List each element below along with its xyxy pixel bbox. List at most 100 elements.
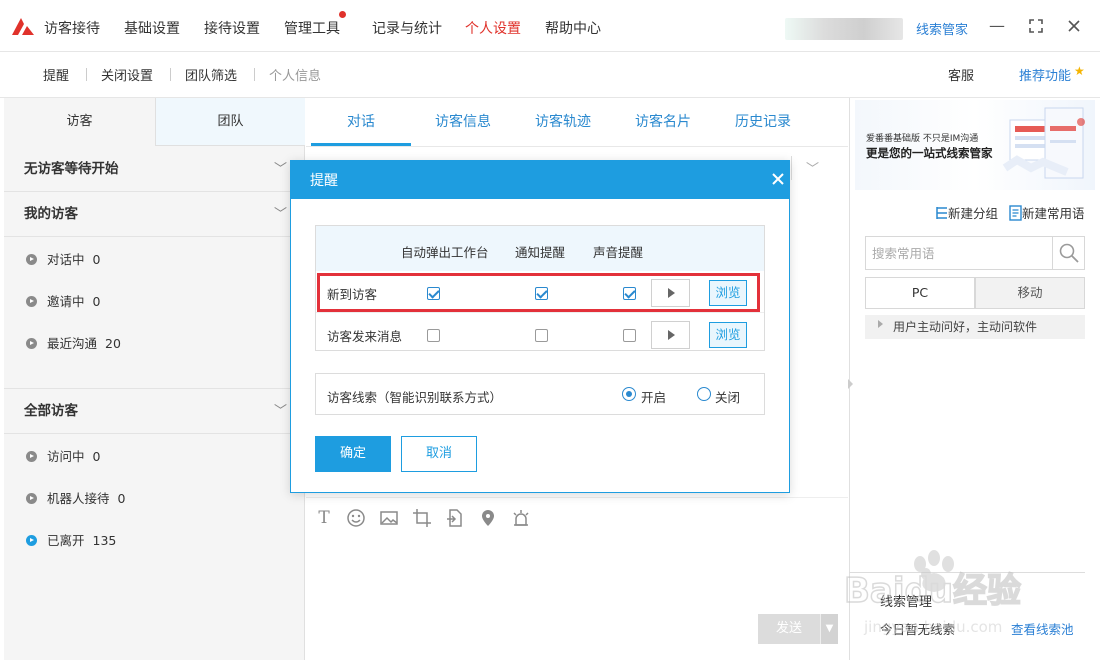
section-waiting[interactable]: 无访客等待开始 ﹀ bbox=[4, 147, 305, 192]
new-phrase-button[interactable]: 新建常用语 bbox=[1009, 203, 1085, 222]
phrase-search bbox=[865, 236, 1085, 270]
app-name[interactable]: 访客接待 bbox=[44, 18, 100, 38]
active-tab-indicator bbox=[311, 143, 411, 146]
view-clue-pool-link[interactable]: 查看线索池 bbox=[1011, 619, 1074, 638]
star-icon: ★ bbox=[1074, 64, 1085, 78]
sub-team-filter[interactable]: 团队筛选 bbox=[185, 65, 237, 84]
row-label: 对话中 bbox=[47, 252, 85, 267]
phrase-search-input[interactable] bbox=[866, 237, 1053, 269]
send-button[interactable]: 发送 bbox=[758, 614, 820, 644]
play-dot-icon bbox=[26, 254, 37, 265]
chevron-down-icon[interactable]: ﹀ bbox=[274, 389, 287, 434]
row-count: 20 bbox=[105, 336, 121, 351]
clue-manager-link[interactable]: 线索管家 bbox=[916, 19, 968, 38]
section-all-visitors[interactable]: 全部访客 ﹀ bbox=[4, 389, 305, 434]
search-button[interactable] bbox=[1052, 237, 1084, 269]
list-item-chatting[interactable]: 对话中 0 bbox=[26, 251, 100, 269]
list-item-left[interactable]: 已离开 135 bbox=[26, 532, 116, 550]
tab-divider bbox=[306, 146, 848, 147]
crop-icon[interactable] bbox=[411, 508, 433, 533]
chevron-down-icon[interactable]: ﹀ bbox=[274, 192, 287, 237]
phrase-group-item[interactable]: 用户主动问好，主动问软件 bbox=[865, 315, 1085, 339]
list-item-recent[interactable]: 最近沟通 20 bbox=[26, 335, 121, 353]
collapse-arrow-icon[interactable] bbox=[848, 379, 853, 389]
row-count: 0 bbox=[92, 252, 101, 267]
location-icon[interactable] bbox=[477, 508, 499, 533]
document-icon bbox=[1009, 205, 1022, 221]
checkbox-message-sound[interactable] bbox=[623, 329, 636, 342]
list-item-visiting[interactable]: 访问中 0 bbox=[26, 448, 100, 466]
tab-team[interactable]: 团队 bbox=[156, 98, 305, 146]
radio-enable[interactable] bbox=[622, 387, 636, 401]
emoji-icon[interactable] bbox=[345, 508, 367, 533]
banner-title: 更是您的一站式线索管家 bbox=[866, 146, 993, 160]
maximize-icon[interactable] bbox=[1024, 14, 1048, 38]
new-group-label: 新建分组 bbox=[948, 206, 999, 221]
play-dot-icon bbox=[26, 338, 37, 349]
image-icon[interactable] bbox=[378, 508, 400, 533]
checkbox-message-auto-popup[interactable] bbox=[427, 329, 440, 342]
highlight-box bbox=[317, 273, 760, 312]
close-icon[interactable] bbox=[766, 166, 790, 192]
clue-management-title: 线索管理 bbox=[880, 595, 933, 610]
nav-basic-settings[interactable]: 基础设置 bbox=[124, 18, 180, 38]
send-options-dropdown[interactable]: ▼ bbox=[820, 614, 838, 644]
close-window-icon[interactable] bbox=[1062, 14, 1086, 38]
tab-visitor-card[interactable]: 访客名片 bbox=[613, 98, 713, 146]
radio-disable-label[interactable]: 关闭 bbox=[715, 387, 740, 406]
service-label[interactable]: 客服 bbox=[948, 65, 974, 84]
no-clue-text: 今日暂无线索 bbox=[880, 622, 956, 637]
clue-setting-label: 访客线索（智能识别联系方式） bbox=[327, 390, 503, 405]
user-account-blurred[interactable] bbox=[785, 18, 903, 40]
sub-bar bbox=[0, 52, 1100, 98]
recommend-features-link[interactable]: 推荐功能 bbox=[1019, 65, 1071, 84]
radio-enable-label[interactable]: 开启 bbox=[641, 387, 666, 406]
group-list-icon bbox=[936, 207, 947, 219]
nav-management-tools[interactable]: 管理工具 bbox=[284, 18, 340, 38]
chevron-down-icon[interactable]: ﹀ bbox=[274, 147, 287, 192]
file-upload-icon[interactable] bbox=[444, 508, 466, 533]
minimize-icon[interactable]: — bbox=[985, 14, 1009, 38]
nav-reception-settings[interactable]: 接待设置 bbox=[204, 18, 260, 38]
play-sound-button[interactable] bbox=[651, 321, 690, 349]
sub-reminder[interactable]: 提醒 bbox=[43, 65, 69, 84]
segment-mobile[interactable]: 移动 bbox=[975, 277, 1085, 309]
cancel-button[interactable]: 取消 bbox=[401, 436, 477, 472]
list-item-robot[interactable]: 机器人接待 0 bbox=[26, 490, 125, 508]
caret-right-icon bbox=[878, 320, 883, 328]
sub-personal-info[interactable]: 个人信息 bbox=[269, 65, 321, 84]
alarm-icon[interactable] bbox=[510, 508, 532, 533]
row-label: 已离开 bbox=[47, 533, 85, 548]
confirm-button[interactable]: 确定 bbox=[315, 436, 391, 472]
text-format-icon[interactable]: T bbox=[313, 508, 335, 528]
sub-close-settings[interactable]: 关闭设置 bbox=[101, 65, 153, 84]
tab-history[interactable]: 历史记录 bbox=[713, 98, 813, 146]
radio-disable[interactable] bbox=[697, 387, 711, 401]
play-dot-icon bbox=[26, 493, 37, 504]
play-dot-icon bbox=[26, 451, 37, 462]
row-label: 最近沟通 bbox=[47, 336, 98, 351]
section-my-visitors[interactable]: 我的访客 ﹀ bbox=[4, 192, 305, 237]
chevron-down-icon[interactable]: ﹀ bbox=[806, 158, 819, 177]
nav-help-center[interactable]: 帮助中心 bbox=[545, 18, 601, 38]
nav-personal-settings[interactable]: 个人设置 bbox=[465, 18, 521, 38]
column-notify: 通知提醒 bbox=[515, 245, 566, 260]
new-group-button[interactable]: 新建分组 bbox=[934, 203, 998, 222]
row-divider bbox=[316, 312, 764, 313]
tab-visitor[interactable]: 访客 bbox=[4, 98, 156, 146]
divider bbox=[791, 156, 792, 180]
notification-dot bbox=[339, 11, 346, 18]
list-item-inviting[interactable]: 邀请中 0 bbox=[26, 293, 100, 311]
segment-pc[interactable]: PC bbox=[865, 277, 975, 309]
nav-records-stats[interactable]: 记录与统计 bbox=[372, 18, 442, 38]
tab-chat[interactable]: 对话 bbox=[311, 98, 411, 146]
tab-visitor-info[interactable]: 访客信息 bbox=[413, 98, 513, 146]
section-title: 无访客等待开始 bbox=[24, 161, 119, 177]
row-count: 0 bbox=[117, 491, 126, 506]
sub-separator bbox=[254, 68, 255, 81]
row-count: 135 bbox=[92, 533, 117, 548]
browse-sound-button[interactable]: 浏览 bbox=[709, 322, 747, 348]
tab-visitor-track[interactable]: 访客轨迹 bbox=[513, 98, 613, 146]
checkbox-message-notify[interactable] bbox=[535, 329, 548, 342]
app-logo-icon bbox=[12, 18, 34, 35]
